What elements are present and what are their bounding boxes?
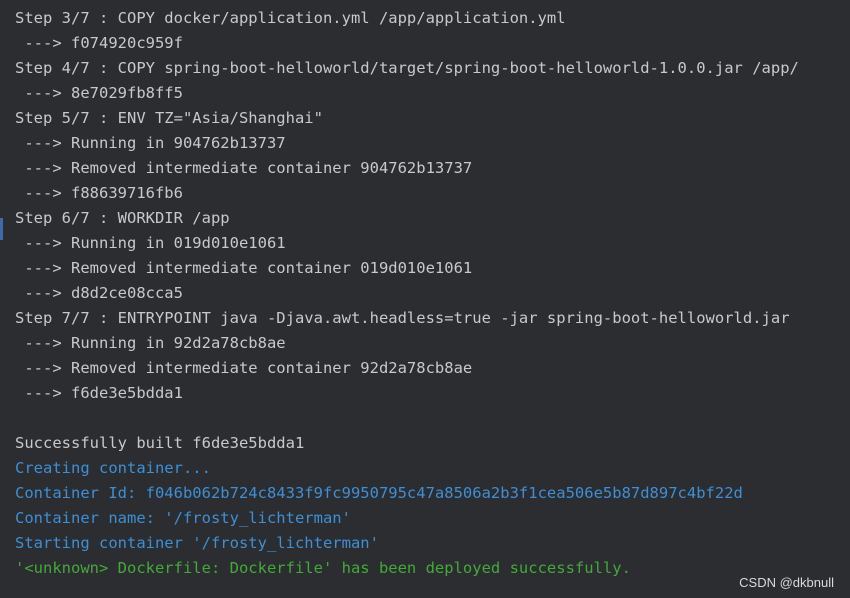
console-line: Step 4/7 : COPY spring-boot-helloworld/t…: [15, 59, 799, 77]
console-line: ---> Removed intermediate container 9047…: [15, 159, 473, 177]
console-line-success: '<unknown> Dockerfile: Dockerfile' has b…: [15, 559, 631, 577]
console-line: ---> Running in 92d2a78cb8ae: [15, 334, 286, 352]
console-line: ---> f6de3e5bdda1: [15, 384, 183, 402]
console-line: Step 6/7 : WORKDIR /app: [15, 209, 230, 227]
gutter-marker: [0, 218, 3, 240]
console-line-info: Container Id: f046b062b724c8433f9fc99507…: [15, 484, 743, 502]
console-line-info: Creating container...: [15, 459, 211, 477]
console-line: ---> 8e7029fb8ff5: [15, 84, 183, 102]
console-line: ---> Removed intermediate container 92d2…: [15, 359, 473, 377]
console-line: Successfully built f6de3e5bdda1: [15, 434, 305, 452]
console-line: ---> f88639716fb6: [15, 184, 183, 202]
console-line-info: Starting container '/frosty_lichterman': [15, 534, 379, 552]
console-line: ---> Removed intermediate container 019d…: [15, 259, 473, 277]
console-line: ---> Running in 904762b13737: [15, 134, 286, 152]
console-line-info: Container name: '/frosty_lichterman': [15, 509, 351, 527]
console-line: ---> f074920c959f: [15, 34, 183, 52]
console-line: ---> d8d2ce08cca5: [15, 284, 183, 302]
console-line: ---> Running in 019d010e1061: [15, 234, 286, 252]
watermark: CSDN @dkbnull: [739, 575, 834, 590]
console-output[interactable]: Step 3/7 : COPY docker/application.yml /…: [15, 6, 850, 581]
console-line: Step 5/7 : ENV TZ="Asia/Shanghai": [15, 109, 323, 127]
console-line: Step 3/7 : COPY docker/application.yml /…: [15, 9, 566, 27]
console-line: Step 7/7 : ENTRYPOINT java -Djava.awt.he…: [15, 309, 790, 327]
